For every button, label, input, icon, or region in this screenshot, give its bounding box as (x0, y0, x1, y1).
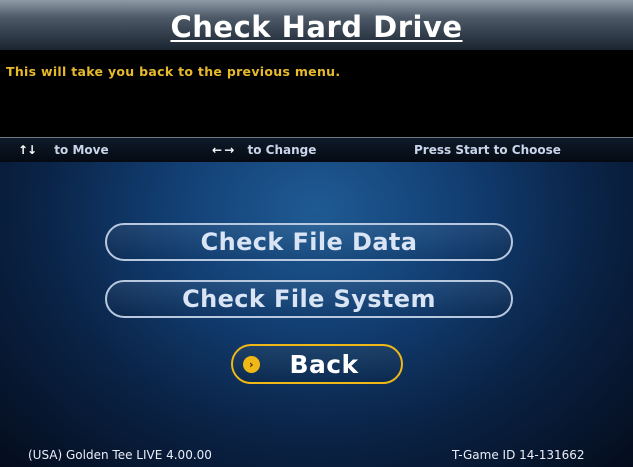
description-text: This will take you back to the previous … (6, 64, 341, 79)
change-help-label: to Change (247, 143, 317, 157)
selection-cursor-icon: › (243, 356, 260, 373)
check-file-system-button[interactable]: Check File System (105, 280, 513, 318)
back-button[interactable]: › Back (231, 344, 403, 384)
game-screen: Check Hard Drive This will take you back… (0, 0, 633, 467)
version-text: (USA) Golden Tee LIVE 4.00.00 (28, 448, 212, 462)
start-help-label: Press Start to Choose (414, 143, 561, 157)
back-label: Back (289, 349, 359, 379)
description-panel: This will take you back to the previous … (0, 50, 633, 139)
controls-help-bar: ↑↓ to Move ← → to Change Press Start to … (0, 138, 633, 162)
game-id-text: T-Game ID 14-131662 (452, 448, 585, 462)
change-help: ← → to Change (212, 143, 316, 157)
title-bar: Check Hard Drive (0, 0, 633, 51)
page-title: Check Hard Drive (170, 10, 463, 44)
up-down-arrows-icon: ↑↓ (18, 143, 37, 157)
check-file-system-label: Check File System (182, 285, 436, 313)
move-help-label: to Move (54, 143, 109, 157)
hard-drive-menu: Check File Data Check File System › Back (0, 220, 633, 384)
move-help: ↑↓ to Move (18, 143, 109, 157)
check-file-data-button[interactable]: Check File Data (105, 223, 513, 261)
left-right-arrows-icon: ← → (212, 143, 234, 157)
check-file-data-label: Check File Data (200, 228, 418, 256)
